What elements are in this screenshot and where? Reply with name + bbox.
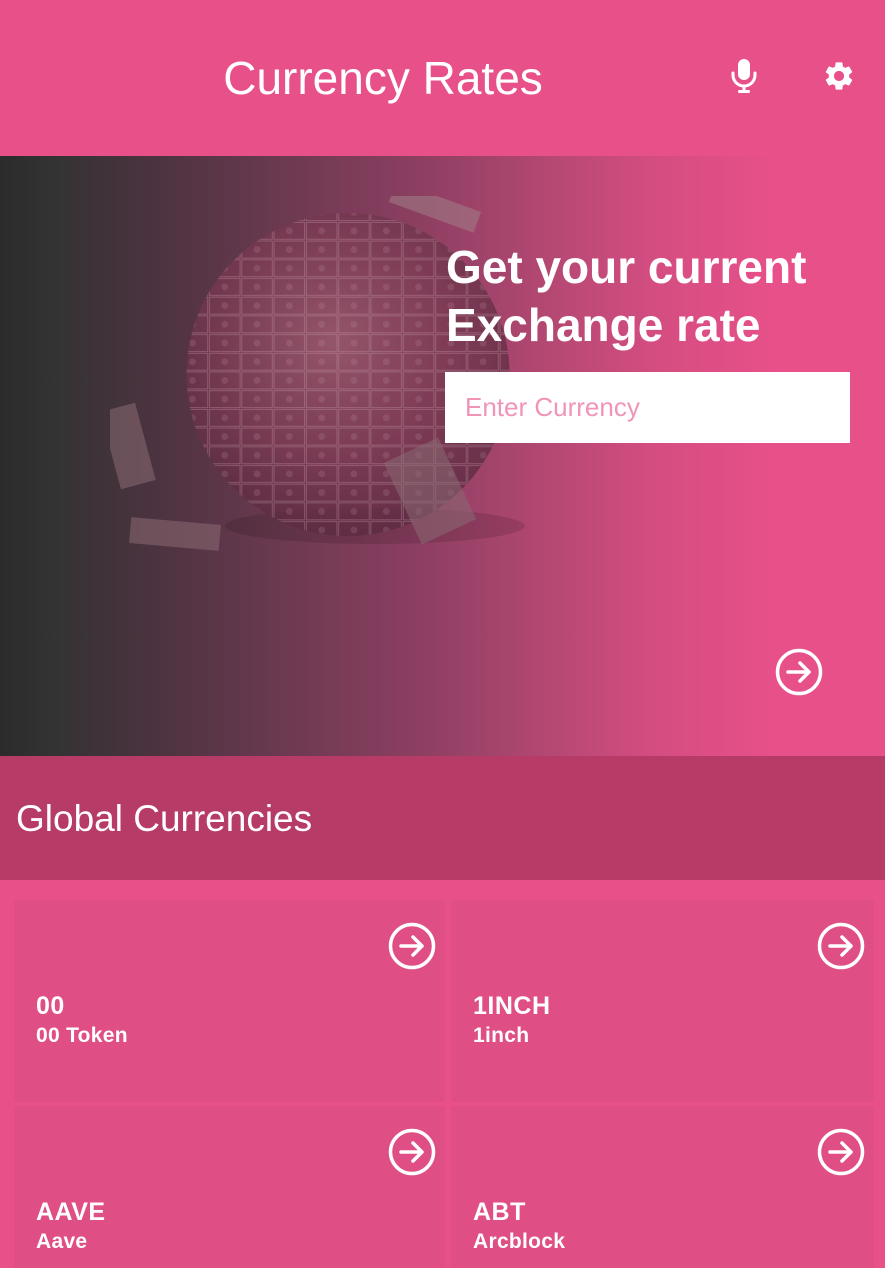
currency-grid: 00 00 Token 1INCH 1inch AAVE Aave ABT Ar…: [0, 880, 885, 1268]
currency-card[interactable]: 1INCH 1inch: [452, 900, 873, 1100]
hero-banner: Get your current Exchange rate: [0, 156, 885, 756]
currency-card[interactable]: 00 00 Token: [15, 900, 444, 1100]
app-header: Currency Rates: [0, 0, 885, 156]
currency-code: AAVE: [36, 1198, 106, 1226]
currency-name: 00 Token: [36, 1024, 128, 1047]
currency-card[interactable]: AAVE Aave: [15, 1106, 444, 1268]
currency-search-input[interactable]: [445, 372, 850, 443]
app-title: Currency Rates: [223, 52, 543, 104]
arrow-right-circle-icon[interactable]: [817, 1128, 865, 1176]
currency-name: Arcblock: [473, 1230, 566, 1253]
hero-headline-line1: Get your current: [446, 241, 807, 293]
currency-card[interactable]: ABT Arcblock: [452, 1106, 873, 1268]
arrow-right-circle-icon[interactable]: [775, 648, 823, 696]
currency-name: 1inch: [473, 1024, 530, 1047]
currency-code: ABT: [473, 1198, 526, 1226]
microphone-button[interactable]: [724, 56, 764, 96]
settings-button[interactable]: [819, 56, 859, 96]
currency-name: Aave: [36, 1230, 88, 1253]
arrow-right-circle-icon[interactable]: [817, 922, 865, 970]
currency-code: 1INCH: [473, 992, 551, 1020]
gear-icon: [825, 62, 853, 90]
hero-headline-line2: Exchange rate: [446, 299, 761, 351]
section-title: Global Currencies: [16, 798, 313, 839]
arrow-right-circle-icon[interactable]: [388, 922, 436, 970]
hero-headline: Get your current Exchange rate: [446, 238, 866, 354]
global-currencies-header: Global Currencies: [0, 756, 885, 880]
arrow-right-circle-icon[interactable]: [388, 1128, 436, 1176]
microphone-icon: [731, 59, 757, 93]
currency-code: 00: [36, 992, 65, 1020]
